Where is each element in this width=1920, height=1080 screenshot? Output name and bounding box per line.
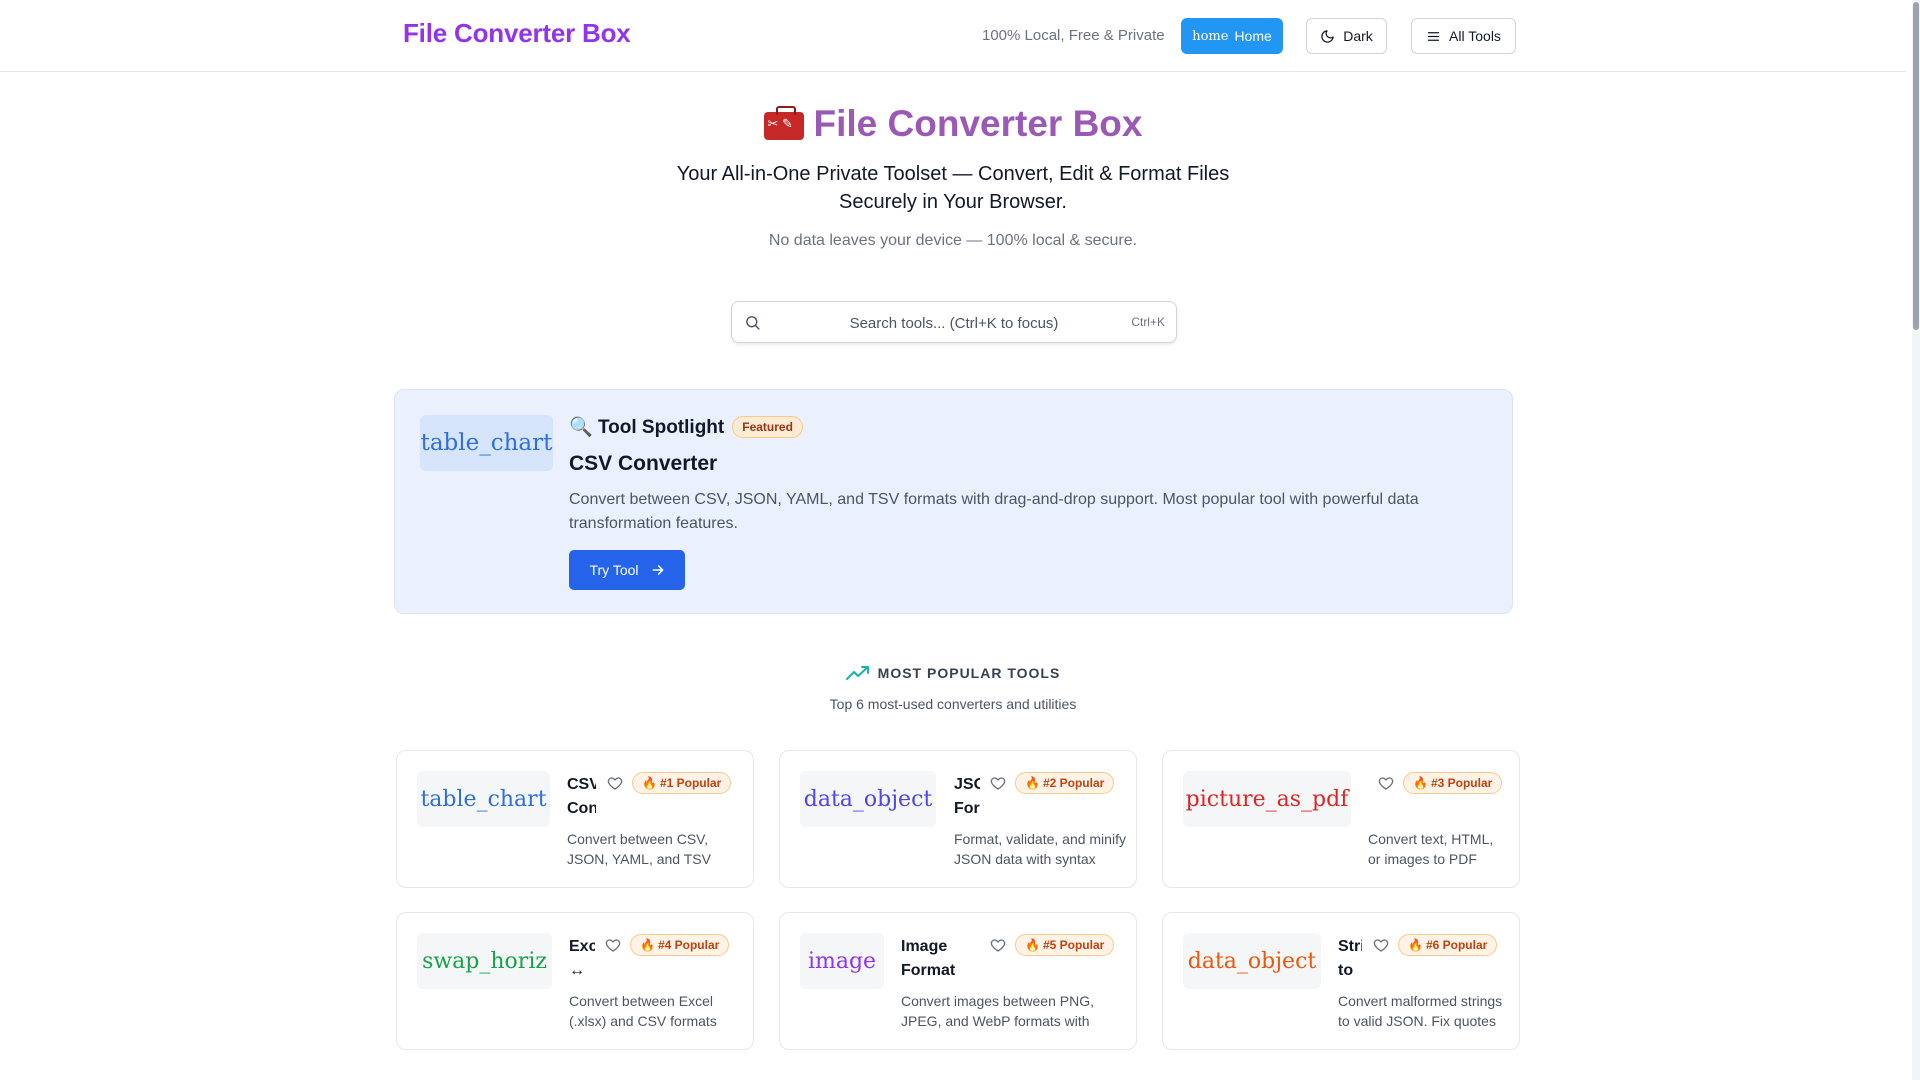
table-chart-icon: table_chart <box>420 415 553 471</box>
spotlight-description: Convert between CSV, JSON, YAML, and TSV… <box>569 491 1419 532</box>
popularity-badge: 🔥 #2 Popular <box>1015 772 1115 794</box>
tool-card-description: Convert between Excel (.xlsx) and CSV fo… <box>569 993 717 1029</box>
spotlight-heading-text: 🔍 Tool Spotlight <box>569 417 725 438</box>
tool-spotlight-card: table_chart 🔍 Tool Spotlight Featured CS… <box>394 389 1513 614</box>
tool-card-name: Image Format Converter <box>901 938 956 979</box>
search-shortcut-hint: Ctrl+K <box>1131 315 1165 329</box>
tool-card-name: String to JSON <box>1338 938 1362 979</box>
tool-card-name: Excel ↔ CSV <box>569 938 595 979</box>
tool-card-description: Convert text, HTML, or images to PDF doc… <box>1368 831 1494 867</box>
featured-badge: Featured <box>732 416 803 438</box>
tool-card-image-format[interactable]: image Image Format Converter 🔥#5 Popular… <box>779 912 1137 1050</box>
tool-card-name: CSV Converter <box>567 776 596 817</box>
home-button[interactable]: home Home <box>1181 18 1283 54</box>
heart-icon[interactable] <box>1378 775 1394 791</box>
moon-icon <box>1321 29 1334 43</box>
home-icon: home <box>1192 28 1229 44</box>
tool-card-json-formatter[interactable]: data_object JSON Formatter 🔥#2 Popular F… <box>779 750 1137 888</box>
popularity-badge: 🔥 #6 Popular <box>1398 934 1498 956</box>
search-input[interactable]: Search tools... (Ctrl+K to focus) <box>732 315 1176 332</box>
tool-card-description: Convert images between PNG, JPEG, and We… <box>901 993 1094 1029</box>
try-tool-button[interactable]: Try Tool <box>569 550 685 590</box>
arrow-right-icon <box>652 565 663 575</box>
heart-icon[interactable] <box>1373 937 1389 953</box>
trending-up-icon <box>845 666 869 680</box>
hero-title: File Converter Box <box>0 103 1906 145</box>
fire-icon: 🔥 <box>1413 776 1428 790</box>
search-box[interactable]: Search tools... (Ctrl+K to focus) Ctrl+K <box>731 301 1177 343</box>
tool-card-excel-csv[interactable]: swap_horiz Excel ↔ CSV 🔥#4 Popular Conve… <box>396 912 754 1050</box>
scrollbar-thumb[interactable] <box>1913 2 1919 330</box>
tool-card-pdf[interactable]: picture_as_pdf 🔥 #3 Popular Convert text,… <box>1162 750 1520 888</box>
picture-as-pdf-icon: picture_as_pdf <box>1183 771 1351 827</box>
tool-card-string-to-json[interactable]: data_object String to JSON 🔥#6 Popular C… <box>1162 912 1520 1050</box>
top-navbar: File Converter Box 100% Local, Free & Pr… <box>0 0 1906 72</box>
popularity-badge: 🔥 #5 Popular <box>1015 934 1115 956</box>
heart-icon[interactable] <box>990 775 1006 791</box>
data-object-icon: data_object <box>800 771 936 827</box>
fire-icon: 🔥 <box>642 776 657 790</box>
all-tools-button[interactable]: All Tools <box>1411 18 1516 54</box>
popularity-badge: 🔥 #3 Popular <box>1403 772 1503 794</box>
popular-tools-subtitle: Top 6 most-used converters and utilities <box>829 696 1077 712</box>
table-chart-icon: table_chart <box>417 771 550 827</box>
hero-title-text: File Converter Box <box>813 103 1143 144</box>
popular-tools-title: MOST POPULAR TOOLS <box>877 665 1061 681</box>
popular-tools-heading: MOST POPULAR TOOLS <box>0 665 1906 681</box>
fire-icon: 🔥 <box>1025 938 1040 952</box>
popularity-badge: 🔥 #4 Popular <box>630 934 730 956</box>
heart-icon[interactable] <box>990 937 1006 953</box>
tool-card-description: Convert between CSV, JSON, YAML, and TSV… <box>567 831 711 867</box>
spotlight-tool-name: CSV Converter <box>569 452 718 475</box>
tool-card-csv-converter[interactable]: table_chart CSV Converter 🔥#1 Popular Co… <box>396 750 754 888</box>
page-scrollbar[interactable] <box>1912 0 1920 1080</box>
hero-subtitle: Your All-in-One Private Toolset — Conver… <box>676 163 1230 213</box>
spotlight-heading: 🔍 Tool Spotlight Featured <box>569 415 803 439</box>
try-tool-label: Try Tool <box>589 562 639 578</box>
privacy-tagline: 100% Local, Free & Private <box>982 27 1165 44</box>
fire-icon: 🔥 <box>1408 938 1423 952</box>
toolbox-icon <box>763 106 804 140</box>
popularity-badge: 🔥 #1 Popular <box>632 772 732 794</box>
heart-icon[interactable] <box>607 775 623 791</box>
home-button-label: Home <box>1234 28 1272 44</box>
hero-privacy-note: No data leaves your device — 100% local … <box>768 232 1138 249</box>
swap-horiz-icon: swap_horiz <box>417 933 552 989</box>
magnifier-icon: 🔍 <box>569 417 593 438</box>
image-icon: image <box>800 933 884 989</box>
fire-icon: 🔥 <box>640 938 655 952</box>
tool-card-description: Convert malformed strings to valid JSON.… <box>1338 993 1503 1029</box>
dark-mode-button[interactable]: Dark <box>1306 18 1387 54</box>
data-object-icon: data_object <box>1183 933 1321 989</box>
brand-logo[interactable]: File Converter Box <box>403 18 631 49</box>
dark-mode-label: Dark <box>1343 28 1373 44</box>
all-tools-label: All Tools <box>1449 28 1501 44</box>
menu-icon <box>1427 31 1440 41</box>
tool-card-description: Format, validate, and minify JSON data w… <box>954 831 1126 867</box>
tool-card-name: JSON Formatter <box>954 776 980 817</box>
heart-icon[interactable] <box>605 937 621 953</box>
fire-icon: 🔥 <box>1025 776 1040 790</box>
